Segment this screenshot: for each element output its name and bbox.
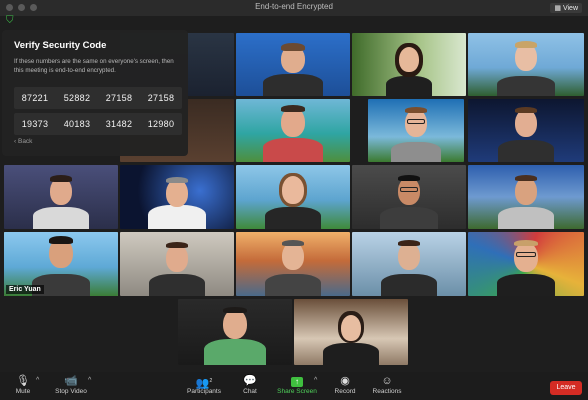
- zoom-window: End-to-end Encrypted ▦ View ⛉ Eric Yuan …: [0, 0, 588, 400]
- chat-icon: 💬: [243, 375, 257, 387]
- record-icon: ◉: [340, 375, 350, 387]
- security-codes-row-1: 87221 52882 27158 27158: [14, 87, 182, 109]
- avatar: [263, 74, 323, 96]
- stop-video-label: Stop Video: [55, 388, 87, 395]
- reactions-icon: ☺: [381, 375, 393, 387]
- mute-button[interactable]: 🎙 Mute: [10, 374, 36, 395]
- title-bar: End-to-end Encrypted ▦ View: [0, 0, 588, 16]
- panel-title: Verify Security Code: [14, 40, 107, 51]
- video-tile-p04[interactable]: [468, 33, 584, 96]
- mic-icon: 🎙: [16, 375, 30, 387]
- leave-button[interactable]: Leave: [550, 381, 582, 395]
- video-tile-p13[interactable]: [468, 165, 584, 229]
- chat-label: Chat: [243, 388, 257, 395]
- window-title: End-to-end Encrypted: [255, 2, 333, 11]
- reactions-label: Reactions: [372, 388, 402, 395]
- video-options-caret[interactable]: ^: [88, 377, 91, 384]
- back-button[interactable]: ‹ Back: [14, 138, 32, 145]
- view-label: View: [562, 5, 578, 12]
- panel-description: If these numbers are the same on everyon…: [14, 58, 174, 74]
- video-tile-p12[interactable]: [352, 165, 466, 229]
- stop-video-button[interactable]: 📹 Stop Video: [52, 374, 90, 395]
- security-code: 19373: [21, 119, 49, 129]
- verify-security-code-panel: Verify Security Code If these numbers ar…: [2, 30, 188, 156]
- video-tile-p11[interactable]: [236, 165, 350, 229]
- share-screen-label: Share Screen: [277, 388, 317, 395]
- meeting-toolbar: 🎙 Mute ^ 📹 Stop Video ^ 👥2 Participants …: [0, 372, 588, 400]
- chevron-left-icon: ‹: [14, 138, 17, 145]
- video-tile-p09[interactable]: [4, 165, 118, 229]
- security-code: 12980: [147, 119, 175, 129]
- participants-icon: 👥2: [195, 377, 213, 390]
- video-tile-p03[interactable]: [352, 33, 466, 96]
- share-options-caret[interactable]: ^: [314, 377, 317, 384]
- security-code: 40183: [63, 119, 91, 129]
- shield-icon[interactable]: ⛉: [6, 15, 16, 26]
- video-tile-p19[interactable]: [468, 232, 584, 296]
- security-code: 87221: [21, 93, 49, 103]
- video-icon: 📹: [64, 375, 78, 387]
- video-tile-p16[interactable]: [120, 232, 234, 296]
- participants-button[interactable]: 👥2 Participants: [184, 374, 224, 395]
- record-label: Record: [334, 388, 356, 395]
- security-code: 31482: [105, 119, 133, 129]
- participant-name-label: Eric Yuan: [6, 285, 44, 294]
- security-code: 27158: [105, 93, 133, 103]
- record-button[interactable]: ◉ Record: [330, 374, 360, 395]
- participants-count: 2: [209, 378, 213, 384]
- audio-options-caret[interactable]: ^: [36, 377, 39, 384]
- mute-label: Mute: [15, 388, 31, 395]
- video-tile-p06[interactable]: [236, 99, 350, 162]
- chat-button[interactable]: 💬 Chat: [238, 374, 262, 395]
- reactions-button[interactable]: ☺ Reactions: [370, 374, 404, 395]
- video-tile-p15[interactable]: Eric Yuan: [4, 232, 118, 296]
- video-tile-p18[interactable]: [352, 232, 466, 296]
- video-tile-p08[interactable]: [468, 99, 584, 162]
- video-tile-p10[interactable]: [120, 165, 234, 229]
- share-screen-icon: ↑: [291, 377, 303, 387]
- video-tile-p20[interactable]: [178, 299, 292, 365]
- video-tile-p07[interactable]: [368, 99, 464, 162]
- back-label: Back: [17, 138, 33, 145]
- security-code: 27158: [147, 93, 175, 103]
- security-code: 52882: [63, 93, 91, 103]
- view-button[interactable]: ▦ View: [550, 3, 582, 13]
- video-tile-p21[interactable]: [294, 299, 408, 365]
- video-tile-p17[interactable]: [236, 232, 350, 296]
- security-codes-row-2: 19373 40183 31482 12980: [14, 113, 182, 135]
- video-tile-p02[interactable]: [236, 33, 350, 96]
- participants-label: Participants: [187, 388, 221, 395]
